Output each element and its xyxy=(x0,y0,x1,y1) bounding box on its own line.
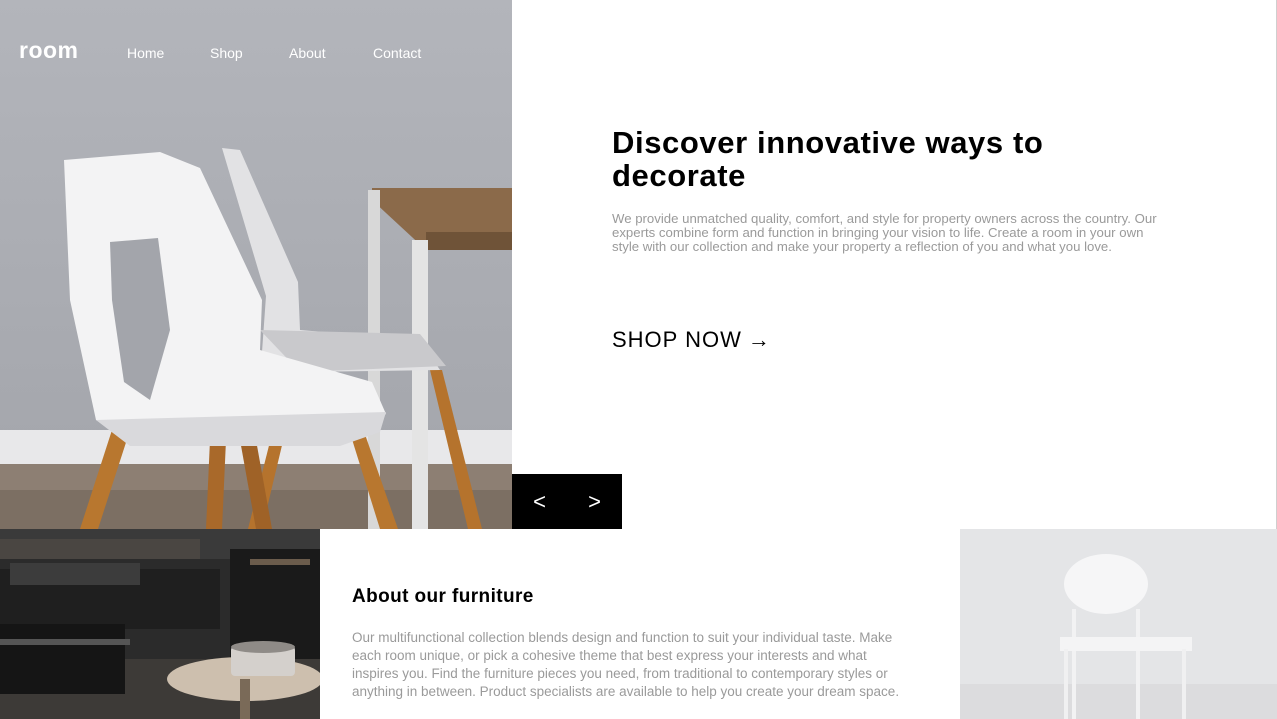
slider-prev-button[interactable]: < xyxy=(512,474,567,529)
shop-now-label: SHOP NOW xyxy=(612,327,742,352)
nav-link-contact[interactable]: Contact xyxy=(373,45,421,61)
chevron-left-icon: < xyxy=(533,488,546,514)
nav-link-home[interactable]: Home xyxy=(127,45,164,61)
dark-room-illustration xyxy=(0,529,320,719)
white-chair-illustration xyxy=(960,529,1277,719)
shop-now-button[interactable]: SHOP NOW → xyxy=(612,327,771,353)
hero-image: room Home Shop About Contact xyxy=(0,0,512,529)
about-section: About our furniture Our multifunctional … xyxy=(352,586,922,701)
hero-description: We provide unmatched quality, comfort, a… xyxy=(612,211,1157,254)
top-navigation: room Home Shop About Contact xyxy=(0,0,512,105)
about-image-light xyxy=(960,529,1277,719)
right-arrow-icon: → xyxy=(747,327,771,352)
about-image-dark xyxy=(0,529,320,719)
about-description: Our multifunctional collection blends de… xyxy=(352,630,900,699)
nav-link-about[interactable]: About xyxy=(289,45,326,61)
slider-next-button[interactable]: > xyxy=(567,474,622,529)
slider-controls: < > xyxy=(512,474,622,529)
nav-link-shop[interactable]: Shop xyxy=(210,45,243,61)
brand-logo[interactable]: room xyxy=(19,37,79,64)
chevron-right-icon: > xyxy=(588,488,601,514)
hero-title: Discover innovative ways to decorate xyxy=(612,125,1044,193)
about-title: About our furniture xyxy=(352,586,534,607)
hero-content: Discover innovative ways to decorate We … xyxy=(612,126,1172,254)
